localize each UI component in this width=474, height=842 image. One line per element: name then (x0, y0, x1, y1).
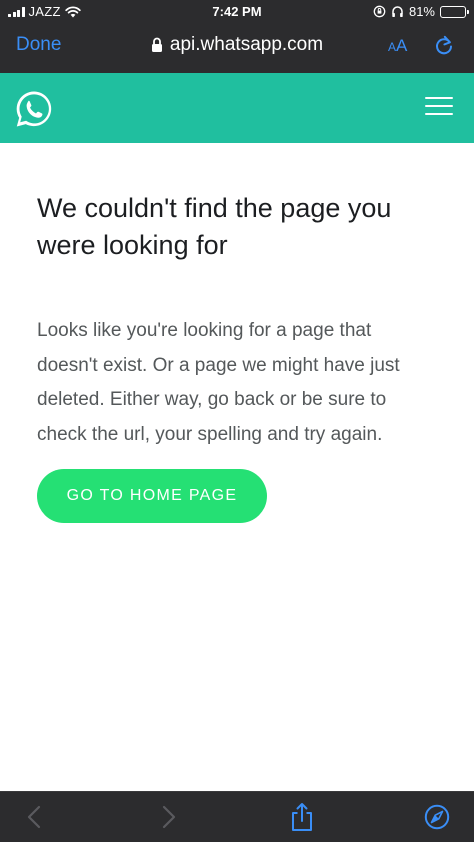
forward-icon[interactable] (155, 804, 181, 830)
page-title: We couldn't find the page you were looki… (37, 193, 392, 260)
browser-bottom-toolbar (0, 791, 474, 842)
status-right: 81% (373, 4, 469, 19)
headphones-icon (392, 6, 403, 17)
compass-icon[interactable] (424, 804, 450, 830)
browser-top-chrome: JAZZ 7:42 PM 81% Done api.whatsapp.com A… (0, 0, 474, 73)
error-content: We couldn't find the page you were looki… (37, 190, 437, 452)
battery-icon (440, 5, 469, 18)
browser-nav-row: Done api.whatsapp.com AA (0, 24, 474, 73)
whatsapp-logo-icon[interactable] (14, 89, 54, 129)
error-description: Looks like you're looking for a page tha… (37, 320, 400, 445)
hamburger-menu-icon[interactable] (425, 97, 453, 119)
reload-icon[interactable] (432, 34, 456, 58)
orientation-lock-icon (373, 5, 386, 18)
site-header (0, 73, 474, 143)
lock-icon (151, 37, 162, 52)
text-size-large-a: A (396, 36, 408, 55)
share-icon[interactable] (289, 802, 315, 832)
go-to-home-page-button[interactable]: GO TO HOME PAGE (37, 469, 267, 523)
url-text: api.whatsapp.com (169, 34, 324, 55)
status-bar: JAZZ 7:42 PM 81% (0, 0, 474, 24)
back-icon[interactable] (22, 804, 48, 830)
text-size-small-a: A (388, 40, 397, 54)
battery-percent: 81% (408, 4, 435, 19)
text-size-button[interactable]: AA (388, 36, 407, 56)
